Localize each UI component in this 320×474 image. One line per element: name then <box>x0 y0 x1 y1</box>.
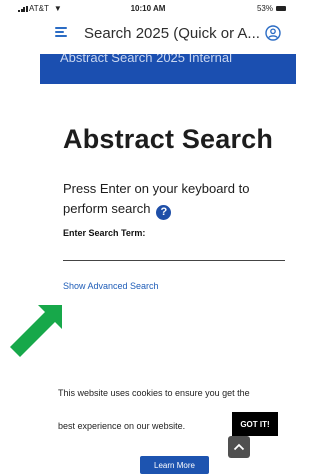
page-header-title: Search 2025 (Quick or A... <box>84 25 260 42</box>
site-banner: Abstract Search 2025 Internal <box>40 54 296 84</box>
search-input[interactable] <box>63 246 285 261</box>
search-term-label: Enter Search Term: <box>63 228 146 238</box>
chevron-up-icon <box>233 443 245 451</box>
status-bar: AT&T ▼ 10:10 AM 53% <box>0 0 296 18</box>
status-time: 10:10 AM <box>130 4 166 13</box>
hamburger-menu-icon[interactable] <box>55 27 67 37</box>
got-it-button[interactable]: GOT IT! <box>232 412 278 436</box>
cookie-notice-text-line1: This website uses cookies to ensure you … <box>58 388 250 398</box>
app-header: Search 2025 (Quick or A... <box>0 20 296 46</box>
green-arrow-icon <box>10 305 62 357</box>
show-advanced-search-link[interactable]: Show Advanced Search <box>63 281 159 291</box>
page-title: Abstract Search <box>63 124 274 154</box>
user-circle-icon[interactable] <box>265 25 281 41</box>
status-right: 53% <box>257 4 286 13</box>
search-instructions: Press Enter on your keyboard to perform … <box>63 179 273 220</box>
scroll-to-top-button[interactable] <box>228 436 250 458</box>
cookie-notice-text-line2: best experience on our website. <box>58 421 186 431</box>
battery-icon <box>276 6 286 11</box>
help-icon[interactable]: ? <box>156 205 172 220</box>
banner-text: Abstract Search 2025 Internal <box>60 54 232 65</box>
learn-more-button[interactable]: Learn More <box>140 456 209 474</box>
battery-percent: 53% <box>256 4 273 13</box>
